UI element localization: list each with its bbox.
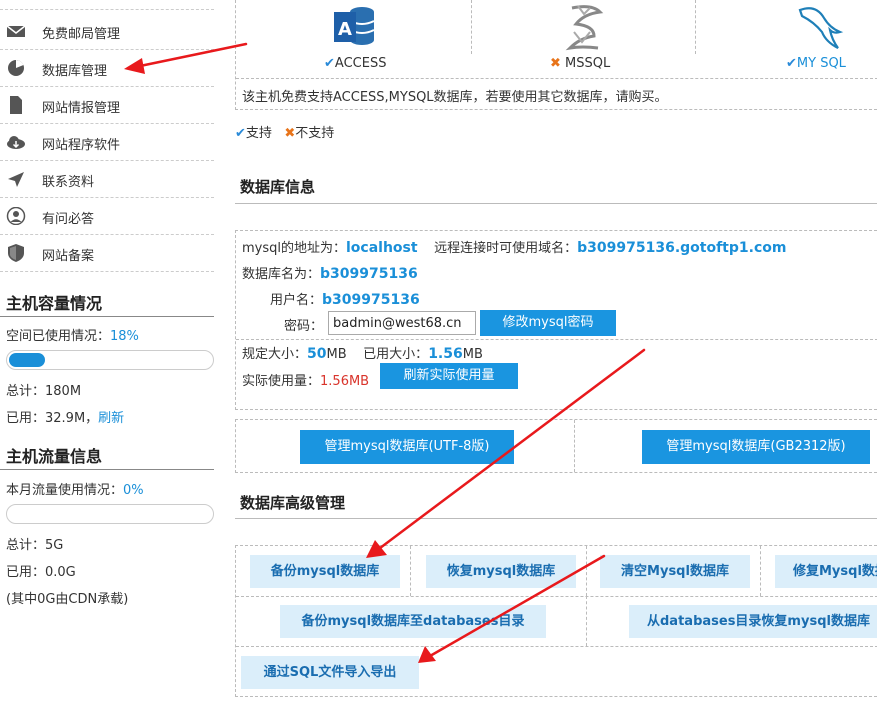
refresh-usage-button[interactable]: 刷新实际使用量 [380,363,518,389]
traffic-usage-bar [6,504,214,524]
db-username: b309975136 [322,292,420,308]
space-usage-percent: 18% [110,329,139,344]
sidebar-item-label: 有问必答 [42,212,95,227]
sidebar-item-icp[interactable]: 网站备案 [0,235,214,272]
space-used: 已用：32.9M，刷新 [6,411,125,426]
advanced-panel: 备份mysql数据库 恢复mysql数据库 清空Mysql数据库 修复Mysql… [235,545,877,697]
svg-text:A: A [338,19,352,40]
document-icon [10,96,22,114]
actual-usage-row: 实际使用量：1.56MB [242,374,370,389]
sidebar-item-label: 网站程序软件 [42,138,121,153]
paper-plane-icon [8,172,24,187]
manage-mysql-gb2312-button[interactable]: 管理mysql数据库(GB2312版) [642,430,870,464]
mysql-dolphin-icon [798,7,844,49]
traffic-usage-text: 本月流量使用情况：0% [6,483,144,498]
sidebar-item-label: 数据库管理 [42,64,108,79]
restore-mysql-button[interactable]: 恢复mysql数据库 [426,555,576,588]
cross-icon: ✖ [284,126,296,141]
db-info-panel: mysql的地址为：localhost 远程连接时可使用域名：b30997513… [235,230,877,410]
traffic-title: 主机流量信息 [6,447,103,466]
db-type-access: A ✔ACCESS [236,0,472,71]
db-type-panel: A ✔ACCESS ✖ MSSQL ✔MY SQL 该主机免费支持ACCESS,… [235,0,877,110]
sidebar-item-mail[interactable]: 免费邮局管理 [0,13,214,50]
support-legend: ✔支持 ✖不支持 [235,126,335,141]
cloud-download-icon [7,136,25,149]
actual-usage-value: 1.56MB [320,374,370,389]
sidebar-item-contact[interactable]: 联系资料 [0,161,214,198]
manage-db-panel: 管理mysql数据库(UTF-8版) 管理mysql数据库(GB2312版) [235,419,877,473]
divider [574,420,575,472]
sidebar: 免费邮局管理 数据库管理 网站情报管理 网站程序软件 联系资料 有问必答 网站备… [0,0,216,708]
divider [236,646,877,647]
username-row: 用户名：b309975136 [270,292,420,308]
sidebar-item-label: 网站情报管理 [42,101,121,116]
divider [0,469,214,470]
traffic-used: 已用：0.0G [6,565,76,580]
pie-chart-icon [8,59,24,76]
shield-icon [8,244,24,262]
traffic-total: 总计：5G [6,538,64,553]
manage-mysql-utf8-button[interactable]: 管理mysql数据库(UTF-8版) [300,430,514,464]
mysql-address-row: mysql的地址为：localhost 远程连接时可使用域名：b30997513… [242,240,787,256]
db-type-mysql: ✔MY SQL [696,0,877,71]
access-logo-icon: A [334,7,375,45]
quota-row: 规定大小：50MB 已用大小：1.56MB [242,346,483,362]
db-type-mssql-label: ✖ MSSQL [550,56,611,71]
divider [760,546,761,596]
db-info-title: 数据库信息 [240,178,316,196]
divider [236,78,877,79]
divider [235,518,877,519]
support-note: 该主机免费支持ACCESS,MYSQL数据库，若要使用其它数据库，请购买。 [242,90,668,105]
password-field[interactable] [328,311,476,335]
divider [410,546,411,596]
repair-mysql-button[interactable]: 修复Mysql数据库 [775,555,877,588]
user-icon [6,207,26,225]
divider [0,316,214,317]
sidebar-item-label: 免费邮局管理 [42,27,121,42]
backup-mysql-button[interactable]: 备份mysql数据库 [250,555,400,588]
sqlserver-logo-icon [565,5,604,51]
divider [236,339,877,340]
db-type-access-label: ✔ACCESS [324,56,387,71]
sql-import-export-button[interactable]: 通过SQL文件导入导出 [241,656,419,689]
cdn-note: (其中0G由CDN承载) [6,592,129,607]
db-name: b309975136 [320,266,418,282]
change-password-button[interactable]: 修改mysql密码 [480,310,616,336]
advanced-title: 数据库高级管理 [240,494,346,512]
mysql-address: localhost [346,240,418,256]
db-type-mysql-label: ✔MY SQL [786,56,846,71]
sidebar-item-site-info[interactable]: 网站情报管理 [0,87,214,124]
db-type-mssql: ✖ MSSQL [472,0,696,71]
check-icon: ✔ [235,126,246,141]
space-usage-bar-fill [9,353,45,367]
space-usage-bar [6,350,214,370]
divider [586,596,587,646]
sidebar-item-faq[interactable]: 有问必答 [0,198,214,235]
sidebar-item-database[interactable]: 数据库管理 [0,50,214,87]
db-name-row: 数据库名为：b309975136 [242,266,418,282]
divider [235,203,877,204]
traffic-usage-percent: 0% [123,483,144,498]
restore-from-databases-dir-button[interactable]: 从databases目录恢复mysql数据库 [629,605,877,638]
password-label: 密码： [284,319,324,334]
sidebar-item-label: 联系资料 [42,175,95,190]
sidebar-item-software[interactable]: 网站程序软件 [0,124,214,161]
mail-icon [6,25,26,37]
space-total: 总计：180M [6,384,82,399]
sidebar-item-label: 网站备案 [42,249,95,264]
divider [236,596,877,597]
space-usage-text: 空间已使用情况：18% [6,329,139,344]
backup-to-databases-dir-button[interactable]: 备份mysql数据库至databases目录 [280,605,546,638]
sidebar-item-clipped [0,0,214,10]
remote-domain: b309975136.gotoftp1.com [577,240,787,256]
divider [586,546,587,596]
clear-mysql-button[interactable]: 清空Mysql数据库 [600,555,750,588]
refresh-link[interactable]: 刷新 [98,411,124,426]
capacity-title: 主机容量情况 [6,294,103,313]
